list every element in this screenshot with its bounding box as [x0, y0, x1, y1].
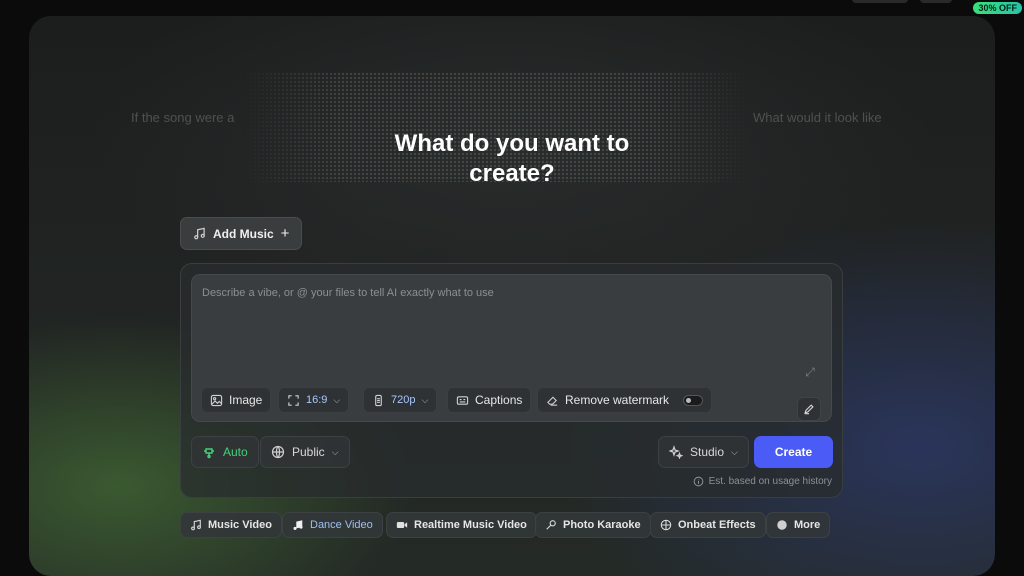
estimate-note: Est. based on usage history: [693, 476, 832, 487]
auto-button[interactable]: Auto: [191, 436, 259, 468]
create-stage: If the song were a What would it look li…: [29, 16, 995, 576]
aspect-ratio-value: 16:9: [306, 394, 328, 406]
page-title-line2: create?: [469, 160, 555, 187]
image-icon: [210, 394, 223, 406]
sparkle-icon: [669, 445, 683, 459]
ghost-text-left: If the song were a: [131, 110, 235, 125]
expand-icon[interactable]: ⤢: [803, 365, 817, 379]
promo-badge[interactable]: 30% OFF: [973, 2, 1022, 14]
music-note-icon: [191, 519, 201, 531]
mode-pill-label: Realtime Music Video: [414, 519, 527, 531]
chevron-down-icon: ⌵: [333, 394, 341, 405]
mode-select[interactable]: Studio ⌵: [658, 436, 749, 468]
topbar-button[interactable]: [920, 0, 952, 3]
add-music-label: Add Music: [213, 226, 274, 241]
pen-icon: [804, 404, 814, 415]
mode-pill-label: Photo Karaoke: [563, 519, 641, 531]
mode-label: Studio: [690, 445, 725, 459]
mode-pill-onbeat-effects[interactable]: Onbeat Effects: [650, 512, 766, 538]
resolution-value: 720p: [391, 394, 416, 406]
watermark-switch[interactable]: [683, 394, 704, 406]
mode-pill-music-video[interactable]: Music Video: [180, 512, 282, 538]
prompt-box: ⤢ Image 16:9 ⌵ 720p ⌵ Captions: [191, 274, 832, 422]
prompt-input[interactable]: [202, 287, 762, 299]
mode-pill-label: Dance Video: [310, 519, 373, 531]
ghost-text-right: What would it look like: [753, 110, 882, 125]
captions-icon: [456, 395, 469, 405]
visibility-select[interactable]: Public ⌵: [260, 436, 350, 468]
plus-icon: +: [280, 225, 290, 242]
mode-pill-label: Onbeat Effects: [678, 519, 756, 531]
film-icon: [660, 519, 672, 531]
eraser-icon: [547, 395, 558, 406]
mode-pill-dance-video[interactable]: Dance Video: [282, 512, 383, 538]
page-title: What do you want to create?: [29, 129, 995, 189]
remove-watermark-label: Remove watermark: [565, 393, 670, 407]
create-panel: ⤢ Image 16:9 ⌵ 720p ⌵ Captions: [180, 263, 843, 498]
image-label: Image: [229, 393, 263, 407]
microphone-icon: [546, 520, 556, 530]
image-button[interactable]: Image: [201, 387, 272, 413]
page-title-line1: What do you want to: [394, 130, 630, 157]
globe-icon: [777, 520, 787, 530]
music-note-icon: [194, 227, 205, 240]
mode-pill-label: More: [794, 519, 821, 531]
visibility-label: Public: [292, 445, 325, 459]
edit-button[interactable]: [797, 397, 821, 421]
resolution-icon: [375, 394, 382, 406]
topbar-button[interactable]: [852, 0, 908, 3]
aspect-ratio-icon: [288, 394, 299, 406]
aspect-ratio-select[interactable]: 16:9 ⌵: [278, 387, 350, 413]
info-icon: [693, 476, 703, 487]
camera-icon: [396, 522, 408, 528]
captions-button[interactable]: Captions: [447, 387, 532, 413]
chevron-down-icon: ⌵: [731, 446, 738, 457]
resolution-select[interactable]: 720p ⌵: [363, 387, 438, 413]
chevron-down-icon: ⌵: [421, 394, 429, 405]
globe-icon: [271, 445, 285, 459]
mode-pill-realtime-music-video[interactable]: Realtime Music Video: [386, 512, 537, 538]
music-note-icon: [293, 520, 303, 530]
mode-pill-photo-karaoke[interactable]: Photo Karaoke: [535, 512, 651, 538]
auto-icon: [204, 448, 214, 459]
captions-label: Captions: [475, 393, 523, 407]
auto-label: Auto: [223, 445, 248, 459]
chevron-down-icon: ⌵: [331, 446, 339, 457]
remove-watermark-toggle[interactable]: Remove watermark: [537, 387, 713, 413]
mode-pill-more[interactable]: More: [766, 512, 831, 538]
add-music-button[interactable]: Add Music +: [180, 217, 303, 250]
mode-pill-label: Music Video: [208, 519, 272, 531]
estimate-text: Est. based on usage history: [708, 476, 832, 487]
create-button[interactable]: Create: [754, 436, 833, 468]
